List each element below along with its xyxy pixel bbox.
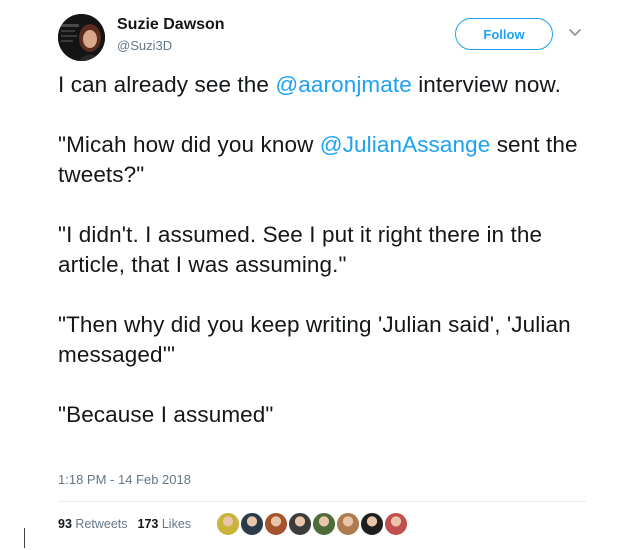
- divider: [58, 501, 586, 502]
- tweet-text-segment: "Then why did you keep writing 'Julian s…: [58, 312, 571, 367]
- mention-link[interactable]: @aaronjmate: [275, 72, 412, 97]
- likers-avatar-row: [215, 511, 409, 537]
- tweet-paragraph: "Micah how did you know @JulianAssange s…: [58, 130, 598, 190]
- author-handle[interactable]: @Suzi3D: [117, 38, 172, 53]
- tweet-paragraph: "Because I assumed": [58, 400, 598, 430]
- author-name[interactable]: Suzie Dawson: [117, 16, 225, 34]
- tweet-stats: 93 Retweets 173 Likes: [58, 514, 201, 534]
- liker-avatar[interactable]: [383, 511, 409, 537]
- liker-avatar[interactable]: [311, 511, 337, 537]
- liker-avatar[interactable]: [263, 511, 289, 537]
- liker-avatar[interactable]: [287, 511, 313, 537]
- liker-avatar[interactable]: [359, 511, 385, 537]
- likes-count: 173: [137, 517, 159, 531]
- tweet-paragraph: I can already see the @aaronjmate interv…: [58, 70, 598, 100]
- tweet-text-segment: "Micah how did you know: [58, 132, 320, 157]
- divider: [24, 528, 25, 548]
- author-avatar[interactable]: [58, 14, 105, 61]
- chevron-down-icon[interactable]: [568, 28, 582, 38]
- tweet-text-segment: "Because I assumed": [58, 402, 274, 427]
- retweets-label: Retweets: [75, 517, 128, 531]
- tweet-text-segment: "I didn't. I assumed. See I put it right…: [58, 222, 543, 277]
- liker-avatar[interactable]: [239, 511, 265, 537]
- retweets-stat[interactable]: 93 Retweets: [58, 517, 128, 531]
- likes-stat[interactable]: 173 Likes: [138, 517, 192, 531]
- follow-button[interactable]: Follow: [455, 18, 553, 50]
- tweet-text-segment: interview now.: [411, 72, 561, 97]
- tweet-paragraph: "I didn't. I assumed. See I put it right…: [58, 220, 598, 280]
- tweet-paragraph: "Then why did you keep writing 'Julian s…: [58, 310, 598, 370]
- likes-label: Likes: [161, 517, 192, 531]
- mention-link[interactable]: @JulianAssange: [320, 132, 491, 157]
- liker-avatar[interactable]: [215, 511, 241, 537]
- liker-avatar[interactable]: [335, 511, 361, 537]
- tweet-timestamp[interactable]: 1:18 PM - 14 Feb 2018: [58, 472, 191, 487]
- tweet-text: I can already see the @aaronjmate interv…: [58, 70, 598, 430]
- tweet-text-segment: I can already see the: [58, 72, 276, 97]
- retweets-count: 93: [58, 517, 72, 531]
